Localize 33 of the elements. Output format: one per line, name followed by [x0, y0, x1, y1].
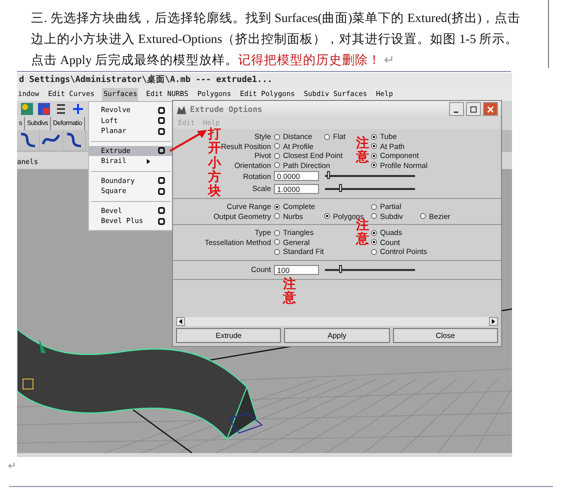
- instruction-paragraph: 三. 先选择方块曲线，后选择轮廓线。找到 Surfaces(曲面)菜单下的 Extured(挤出)，点击边上的小方块进入 Extured-Options（挤出控制面板），对其进行设置。如图 1-5 所示。点击 Apply 后完成最终的模型放样。记得把模型的历史删除！ ↵: [31, 10, 522, 69]
- annotation-arrow: [169, 127, 209, 153]
- curve-tool-icon[interactable]: [40, 130, 62, 150]
- option-box-icon[interactable]: [158, 106, 165, 114]
- option-box-icon[interactable]: [158, 207, 165, 214]
- dialog-title: Extrude Options: [190, 104, 264, 114]
- maximize-icon[interactable]: [469, 104, 478, 114]
- annotation-text: 注意: [356, 137, 369, 166]
- option-box-icon[interactable]: [158, 188, 165, 195]
- toolbar-icon[interactable]: [37, 102, 51, 116]
- annotation-text: 打开小方块: [208, 128, 221, 200]
- submenu-arrow-icon: [146, 158, 151, 164]
- app-icon: [176, 104, 187, 114]
- horizontal-scrollbar[interactable]: [176, 317, 498, 326]
- annotation-text: 注意: [356, 219, 369, 248]
- curve-tool-icon[interactable]: [63, 130, 85, 150]
- option-box-icon[interactable]: [158, 147, 165, 154]
- maximize-button[interactable]: [466, 102, 481, 116]
- scroll-right-icon[interactable]: [491, 319, 496, 324]
- paragraph-mark: ↵: [8, 460, 16, 472]
- option-box-icon[interactable]: [158, 218, 165, 225]
- window-title: d Settings\Administrator\桌面\A.mb --- extrude1...: [19, 75, 272, 85]
- close-button[interactable]: [483, 102, 498, 116]
- option-box-icon[interactable]: [158, 128, 165, 135]
- curve-tool-icon[interactable]: [17, 130, 39, 150]
- close-icon[interactable]: [486, 104, 495, 114]
- toolbar-icon[interactable]: [54, 102, 68, 116]
- minimize-button[interactable]: [449, 102, 464, 116]
- plus-icon[interactable]: [71, 102, 85, 116]
- scroll-left-icon[interactable]: [178, 319, 183, 324]
- annotation-text: 注意: [283, 278, 296, 307]
- option-box-icon[interactable]: [158, 177, 165, 184]
- option-box-icon[interactable]: [158, 117, 165, 124]
